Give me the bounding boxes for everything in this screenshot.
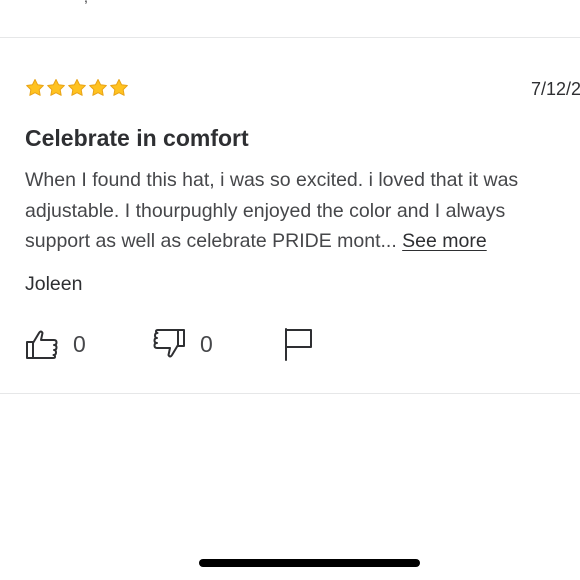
helpful-button[interactable]: 0 xyxy=(25,326,86,362)
review-title: Celebrate in comfort xyxy=(25,125,249,151)
home-indicator[interactable] xyxy=(199,559,420,567)
see-more-link[interactable]: See more xyxy=(402,230,487,252)
review-card: 7/12/2 Celebrate in comfort When I found… xyxy=(0,38,580,393)
star-rating xyxy=(25,78,129,98)
review-body-line: support as well as celebrate PRIDE mont.… xyxy=(25,226,570,257)
thumbs-down-icon xyxy=(153,329,185,358)
star-icon xyxy=(89,79,107,96)
divider-bottom xyxy=(0,393,580,394)
review-date: 7/12/2 xyxy=(531,79,580,99)
review-body-line: adjustable. I thourpughly enjoyed the co… xyxy=(25,199,506,222)
helpful-count: 0 xyxy=(73,331,86,357)
review-actions: 0 0 xyxy=(25,326,345,362)
review-body: When I found this hat, i was so excited.… xyxy=(25,165,570,257)
review-screen: , 7/12/2 Celebrate in comfort When I fou… xyxy=(0,0,580,580)
review-author: Joleen xyxy=(25,273,83,295)
star-icon xyxy=(26,79,44,96)
unhelpful-count: 0 xyxy=(200,331,213,357)
star-icon xyxy=(110,79,128,96)
review-body-line: When I found this hat, i was so excited.… xyxy=(25,169,519,191)
thumbs-up-icon xyxy=(26,330,58,359)
flag-icon xyxy=(285,328,312,361)
review-body-line-text: support as well as celebrate PRIDE mont.… xyxy=(25,230,397,252)
star-icon xyxy=(68,79,86,96)
unhelpful-button[interactable]: 0 xyxy=(152,326,213,362)
star-icon xyxy=(47,79,65,96)
report-button[interactable] xyxy=(283,326,315,362)
